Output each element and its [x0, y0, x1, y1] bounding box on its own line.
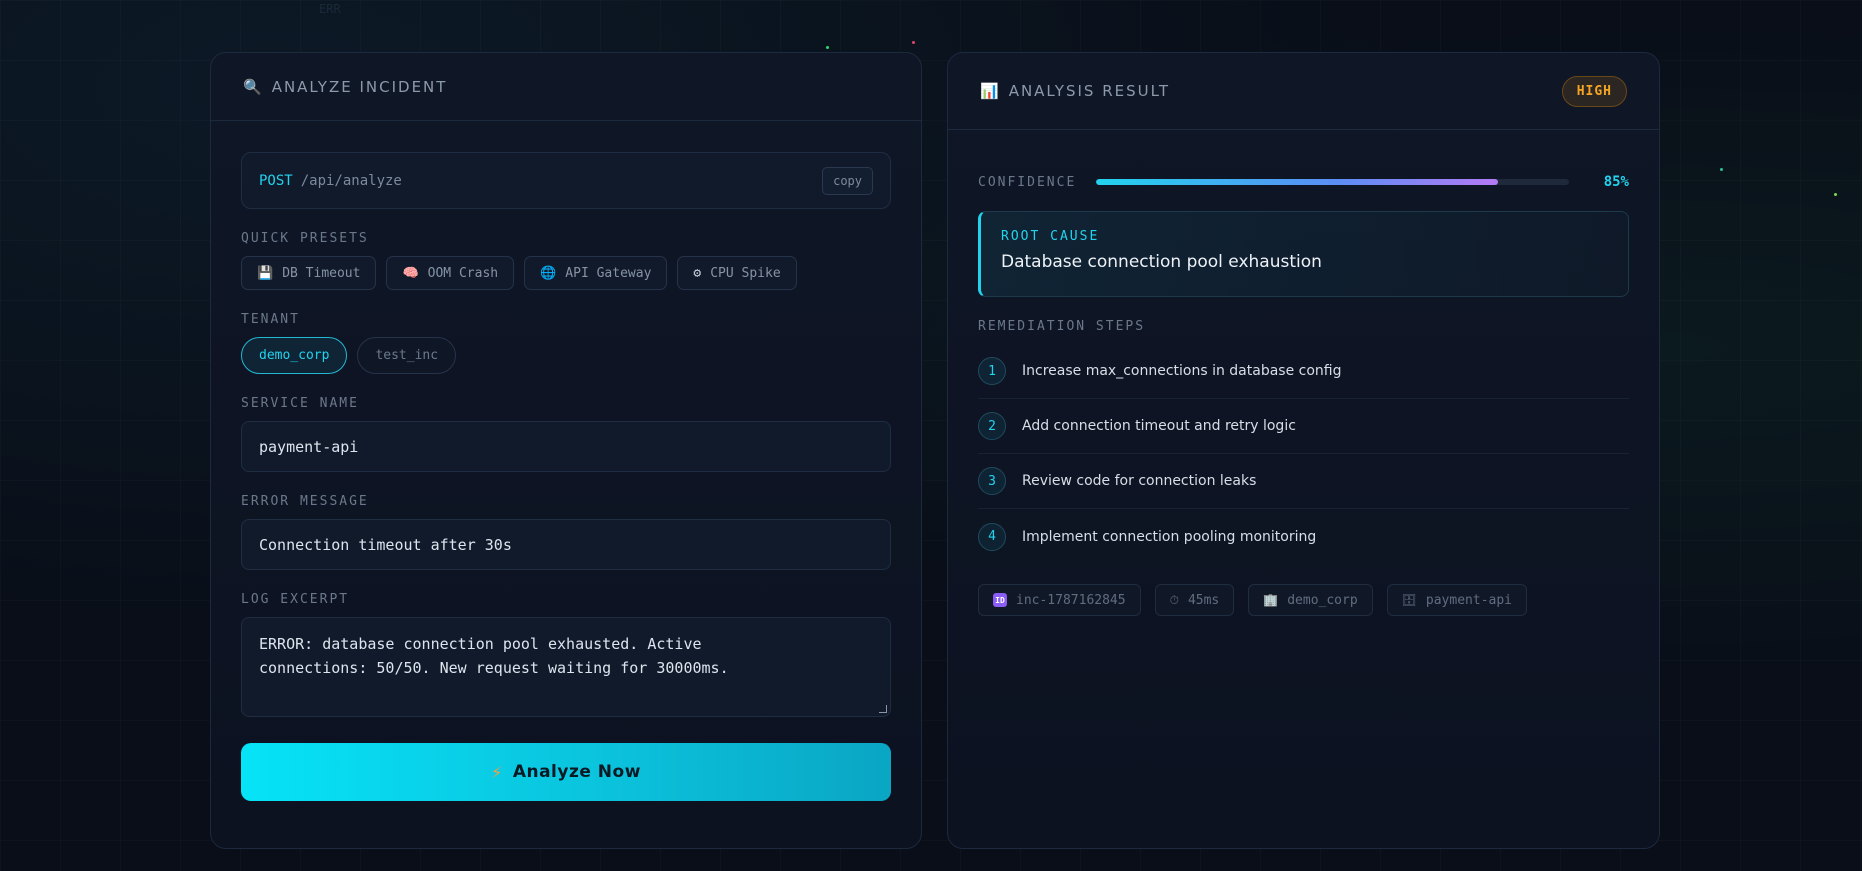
- remediation-steps: 1 Increase max_connections in database c…: [978, 344, 1629, 564]
- remediation-steps-label: REMEDIATION STEPS: [978, 319, 1146, 334]
- preset-label: API Gateway: [565, 265, 652, 281]
- analyze-now-button[interactable]: ⚡ Analyze Now: [241, 743, 891, 801]
- id-icon: ID: [993, 593, 1007, 607]
- magnifier-icon: 🔍: [243, 78, 262, 96]
- step-text: Implement connection pooling monitoring: [1022, 528, 1317, 545]
- result-panel-title-text: ANALYSIS RESULT: [1008, 82, 1171, 100]
- result-metadata: ID inc-1787162845 ⏱ 45ms 🏢 demo_corp 🗄 p…: [978, 584, 1629, 616]
- analyze-panel-header: 🔍 ANALYZE INCIDENT: [211, 53, 921, 121]
- incident-id: inc-1787162845: [1016, 592, 1126, 608]
- decorative-dot: [826, 46, 829, 49]
- step-text: Increase max_connections in database con…: [1022, 363, 1342, 379]
- error-message-input[interactable]: Connection timeout after 30s: [241, 519, 891, 570]
- preset-label: CPU Spike: [710, 265, 781, 281]
- confidence-bar: [1096, 179, 1569, 185]
- decorative-dot: [912, 41, 915, 44]
- severity-badge: HIGH: [1561, 75, 1627, 107]
- quick-presets: 💾 DB Timeout 🧠 OOM Crash 🌐 API Gateway ⚙…: [241, 256, 891, 290]
- incident-id-chip: ID inc-1787162845: [978, 584, 1141, 616]
- confidence-label: CONFIDENCE: [978, 174, 1077, 190]
- remediation-step: 3 Review code for connection leaks: [978, 454, 1629, 509]
- root-cause-text: Database connection pool exhaustion: [1001, 252, 1322, 272]
- bar-chart-icon: 📊: [980, 83, 999, 100]
- preset-label: OOM Crash: [427, 265, 499, 281]
- gear-icon: ⚙: [693, 265, 702, 281]
- preset-oom-crash[interactable]: 🧠 OOM Crash: [386, 256, 515, 290]
- quick-presets-label: QUICK PRESETS: [241, 231, 369, 246]
- analysis-result-panel: 📊 ANALYSIS RESULT HIGH CONFIDENCE 85% RO…: [947, 52, 1660, 849]
- preset-cpu-spike[interactable]: ⚙ CPU Spike: [677, 256, 797, 290]
- analyze-incident-panel: 🔍 ANALYZE INCIDENT POST/api/analyze copy…: [210, 52, 922, 849]
- service-name-input[interactable]: payment-api: [241, 421, 891, 472]
- root-cause-box: ROOT CAUSE Database connection pool exha…: [978, 211, 1629, 297]
- confidence-bar-fill: [1096, 179, 1499, 185]
- step-number: 3: [978, 467, 1006, 495]
- analyze-panel-title: 🔍 ANALYZE INCIDENT: [243, 78, 447, 96]
- globe-icon: 🌐: [540, 265, 557, 281]
- floppy-disk-icon: 💾: [257, 265, 274, 281]
- service-name: payment-api: [1425, 592, 1512, 608]
- step-number: 1: [978, 357, 1006, 385]
- result-panel-title: 📊 ANALYSIS RESULT: [980, 82, 1170, 100]
- tenant-name: demo_corp: [1287, 592, 1358, 608]
- result-panel-header: 📊 ANALYSIS RESULT HIGH: [948, 53, 1659, 130]
- preset-label: DB Timeout: [282, 265, 361, 281]
- resize-handle[interactable]: [879, 705, 887, 713]
- log-line: ERROR: database connection pool exhauste…: [259, 635, 702, 653]
- step-text: Review code for connection leaks: [1022, 473, 1257, 489]
- tenant-option-test-inc[interactable]: test_inc: [357, 337, 457, 374]
- preset-db-timeout[interactable]: 💾 DB Timeout: [241, 256, 377, 290]
- duration-chip: ⏱ 45ms: [1154, 584, 1235, 616]
- building-icon: 🏢: [1263, 593, 1279, 607]
- step-number: 2: [978, 412, 1006, 440]
- preset-api-gateway[interactable]: 🌐 API Gateway: [524, 256, 668, 290]
- duration: 45ms: [1187, 592, 1220, 608]
- copy-button[interactable]: copy: [822, 166, 873, 195]
- log-excerpt-textarea[interactable]: ERROR: database connection pool exhauste…: [241, 617, 891, 717]
- brain-icon: 🧠: [402, 265, 419, 281]
- tenant-label: TENANT: [241, 312, 300, 327]
- endpoint-path: /api/analyze: [300, 172, 402, 189]
- lightning-bolt-icon: ⚡: [491, 762, 503, 782]
- analyze-panel-title-text: ANALYZE INCIDENT: [271, 77, 448, 96]
- corner-tag: ERR: [319, 2, 341, 16]
- step-text: Add connection timeout and retry logic: [1022, 418, 1296, 434]
- tenant-selector: demo_corp test_inc: [241, 337, 891, 374]
- error-message-label: ERROR MESSAGE: [241, 494, 369, 509]
- tenant-option-demo-corp[interactable]: demo_corp: [241, 337, 348, 374]
- remediation-step: 2 Add connection timeout and retry logic: [978, 399, 1629, 454]
- endpoint-text: POST/api/analyze: [259, 173, 402, 189]
- service-chip: 🗄 payment-api: [1386, 584, 1527, 616]
- remediation-step: 1 Increase max_connections in database c…: [978, 344, 1629, 399]
- decorative-dot: [1720, 168, 1723, 171]
- confidence-row: CONFIDENCE 85%: [978, 174, 1629, 190]
- http-method: POST: [259, 172, 293, 189]
- log-line: connections: 50/50. New request waiting …: [259, 659, 729, 677]
- remediation-step: 4 Implement connection pooling monitorin…: [978, 509, 1629, 564]
- analyze-button-label: Analyze Now: [512, 762, 641, 782]
- tenant-chip: 🏢 demo_corp: [1248, 584, 1373, 616]
- root-cause-label: ROOT CAUSE: [1001, 229, 1100, 244]
- api-endpoint: POST/api/analyze copy: [241, 152, 891, 209]
- stopwatch-icon: ⏱: [1169, 592, 1179, 607]
- log-excerpt-label: LOG EXCERPT: [241, 592, 350, 607]
- decorative-dot: [1834, 193, 1837, 196]
- step-number: 4: [978, 522, 1006, 551]
- service-name-label: SERVICE NAME: [241, 396, 359, 411]
- server-icon: 🗄: [1401, 593, 1417, 607]
- confidence-value: 85%: [1603, 174, 1629, 190]
